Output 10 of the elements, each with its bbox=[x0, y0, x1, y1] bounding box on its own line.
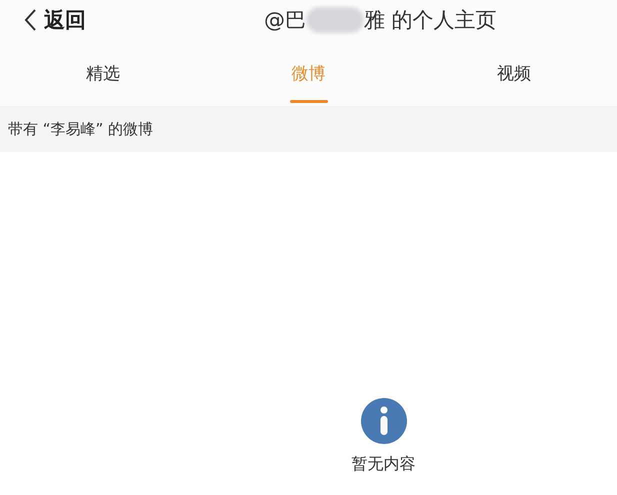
tab[interactable]: 精选 bbox=[0, 40, 206, 106]
tab[interactable]: 视频 bbox=[411, 40, 617, 106]
filter-label: 带有 “李易峰” 的微博 bbox=[8, 120, 154, 138]
redaction-blur bbox=[306, 7, 364, 33]
back-button[interactable]: 返回 bbox=[24, 6, 264, 34]
chevron-left-icon bbox=[24, 9, 36, 31]
empty-message: 暂无内容 bbox=[352, 454, 416, 475]
page-title: 雅 的个人主页 bbox=[364, 7, 497, 34]
info-icon bbox=[360, 398, 406, 444]
page-title: @巴 bbox=[264, 7, 306, 34]
